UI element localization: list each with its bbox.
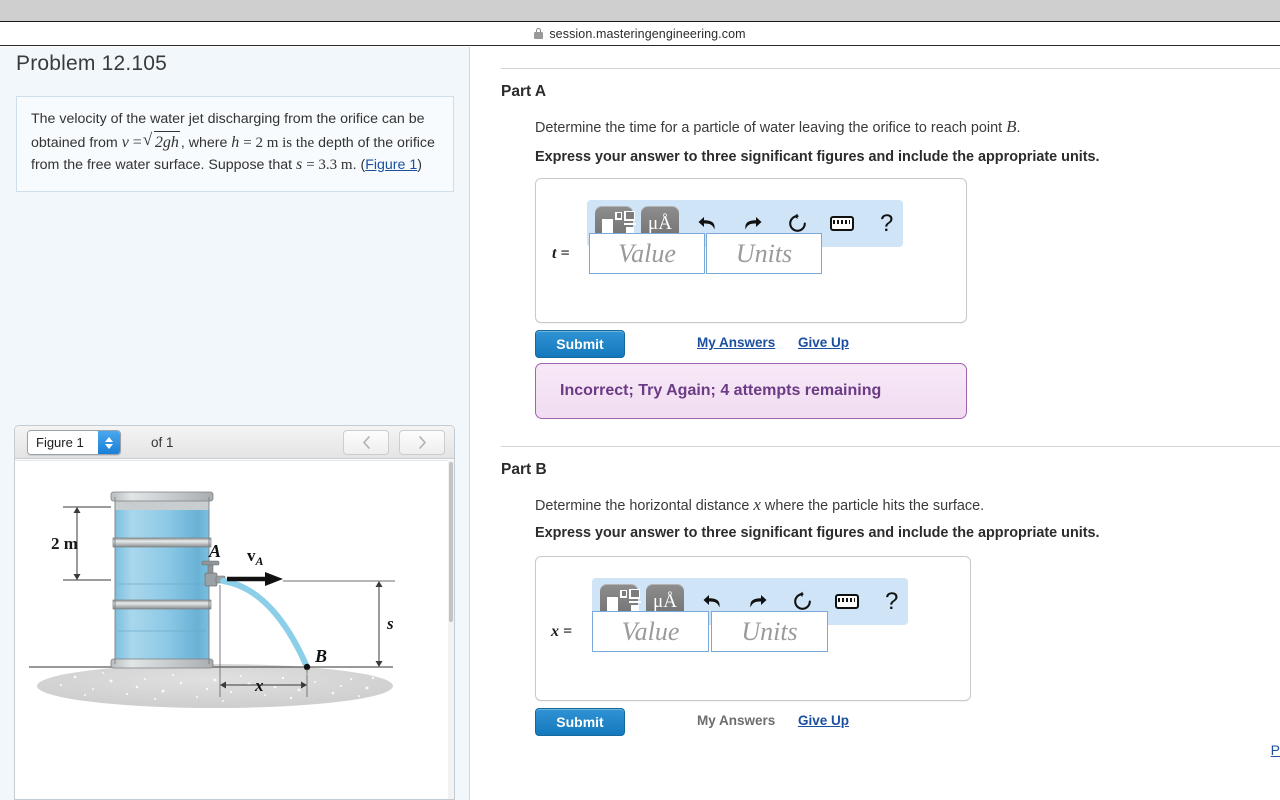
part-a-my-answers-link[interactable]: My Answers <box>697 335 775 350</box>
figure-select-value: Figure 1 <box>28 431 98 454</box>
figure-count-label: of 1 <box>151 435 174 450</box>
answer-right-panel: Part A Determine the time for a particle… <box>471 47 1280 800</box>
browser-chrome-top <box>0 0 1280 21</box>
browser-url-bar[interactable]: session.masteringengineering.com <box>0 21 1280 46</box>
figure-scrollbar[interactable] <box>448 460 454 799</box>
stepper-arrows-icon[interactable] <box>98 431 120 454</box>
figure-next-button[interactable] <box>399 430 445 455</box>
problem-statement-text: The velocity of the water jet dischargin… <box>31 109 439 177</box>
figure-select-dropdown[interactable]: Figure 1 <box>27 430 121 455</box>
statement-line-4a: that <box>268 157 293 173</box>
part-a-variable-label: t = <box>552 245 570 262</box>
part-a-submit-button[interactable]: Submit <box>535 330 625 358</box>
part-a-divider <box>501 68 1280 69</box>
part-b-value-placeholder: Value <box>621 616 680 646</box>
figure-prev-button[interactable] <box>343 430 389 455</box>
part-b-label: Part B <box>501 461 547 478</box>
problem-statement-box: The velocity of the water jet dischargin… <box>16 96 454 192</box>
provide-feedback-link[interactable]: P <box>1271 742 1280 758</box>
part-b-units-input[interactable]: Units <box>711 611 828 652</box>
part-b-my-answers-link: My Answers <box>697 713 776 728</box>
part-b-question-var: x <box>753 495 761 514</box>
figure-toolbar: Figure 1 of 1 <box>15 426 454 459</box>
keyboard-icon[interactable] <box>830 584 863 620</box>
part-a-value-placeholder: Value <box>618 238 676 268</box>
barrel <box>110 491 214 669</box>
radicand-2gh: 2gh <box>153 130 180 154</box>
part-a-question-var: B <box>1006 117 1017 136</box>
part-b-give-up-link[interactable]: Give Up <box>798 713 849 728</box>
figure-panel: Figure 1 of 1 2 m A vA s B x <box>14 425 455 800</box>
help-icon[interactable]: ? <box>875 584 908 620</box>
part-b-variable-label: x = <box>551 623 573 640</box>
label-velocity-a: vA <box>247 546 264 568</box>
part-a-units-input[interactable]: Units <box>706 233 822 274</box>
part-a-feedback-text: Incorrect; Try Again; 4 attempts remaini… <box>560 382 882 399</box>
label-point-b: B <box>314 646 327 666</box>
statement-line-1: The velocity of the water jet dischargin… <box>31 111 378 127</box>
variable-h: h <box>231 133 240 151</box>
part-a-question: Determine the time for a particle of wat… <box>535 117 1021 137</box>
part-a-value-input[interactable]: Value <box>589 233 705 274</box>
part-b-value-input[interactable]: Value <box>592 611 709 652</box>
statement-line-4b: . ( <box>352 157 366 173</box>
figure-1-link[interactable]: Figure 1 <box>365 157 417 173</box>
lock-icon <box>534 28 544 39</box>
part-a-units-placeholder: Units <box>735 238 793 268</box>
part-b-instruction: Express your answer to three significant… <box>535 525 1100 541</box>
keyboard-icon[interactable] <box>825 206 858 242</box>
part-b-question-post: where the particle hits the surface. <box>760 498 985 514</box>
url-text: session.masteringengineering.com <box>549 26 746 41</box>
part-a-feedback-banner: Incorrect; Try Again; 4 attempts remaini… <box>535 363 967 419</box>
label-2m: 2 m <box>51 534 78 553</box>
water-barrel-diagram: 2 m A vA s B x <box>29 491 395 708</box>
part-a-question-post: . <box>1016 120 1021 136</box>
page-title: Problem 12.105 <box>16 52 168 75</box>
help-question-mark: ? <box>879 209 894 237</box>
help-icon[interactable]: ? <box>870 206 903 242</box>
part-a-label: Part A <box>501 83 547 100</box>
label-s: s <box>386 614 394 633</box>
statement-line-4c: ) <box>417 157 422 173</box>
part-b-units-placeholder: Units <box>741 616 798 646</box>
part-b-divider <box>501 446 1280 447</box>
label-x: x <box>254 676 264 695</box>
s-value: = 3.3 m <box>306 157 353 173</box>
part-a-answer-box: μÅ ? t = Value Units <box>535 178 967 323</box>
statement-line-2b: , where <box>180 134 228 151</box>
figure-scrollbar-thumb[interactable] <box>449 462 453 622</box>
part-b-answer-box: μÅ ? x = Value Units <box>535 556 971 701</box>
part-b-question-pre: Determine the horizontal distance <box>535 498 754 514</box>
ground-patch <box>37 664 393 708</box>
part-a-question-pre: Determine the time for a particle of wat… <box>535 120 1007 136</box>
part-a-instruction: Express your answer to three significant… <box>535 149 1100 165</box>
variable-s: s <box>296 156 303 173</box>
equals-sign-1: = <box>132 133 142 151</box>
help-question-mark: ? <box>884 587 899 615</box>
water-jet-arc <box>220 578 310 670</box>
chevron-left-icon <box>362 436 370 449</box>
h-value: = 2 m is the <box>243 134 315 151</box>
page-body: Problem 12.105 The velocity of the water… <box>0 47 1280 800</box>
part-b-submit-button[interactable]: Submit <box>535 708 625 736</box>
figure-image: 2 m A vA s B x <box>15 460 454 799</box>
chevron-right-icon <box>418 436 426 449</box>
problem-left-panel: Problem 12.105 The velocity of the water… <box>0 47 470 800</box>
part-a-give-up-link[interactable]: Give Up <box>798 335 849 350</box>
sqrt-expression: 2gh <box>143 129 180 154</box>
variable-v: v <box>121 133 129 151</box>
part-b-question: Determine the horizontal distance x wher… <box>535 495 984 515</box>
dimension-s <box>375 581 383 667</box>
label-point-a: A <box>208 541 221 561</box>
